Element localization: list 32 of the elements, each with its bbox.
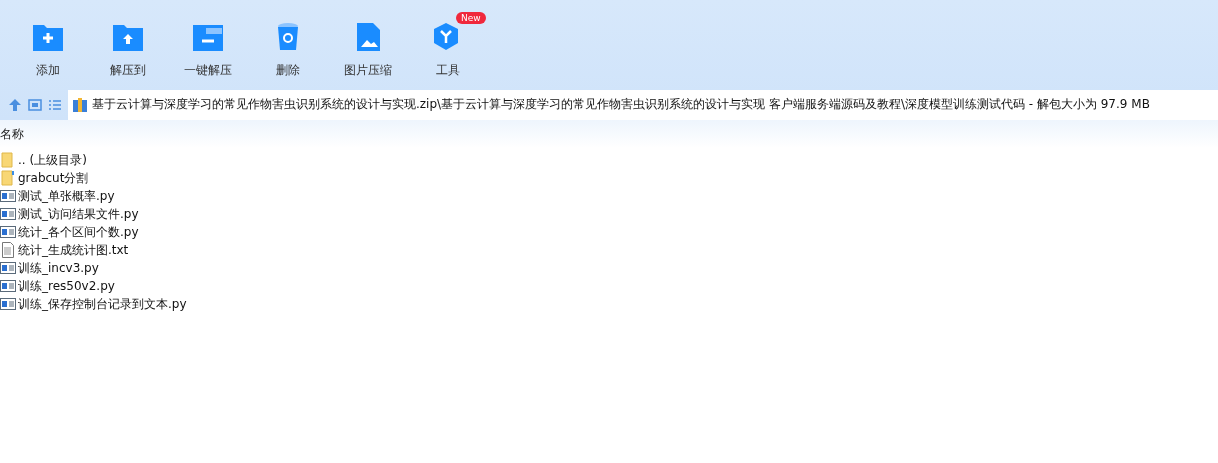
toolbar-button[interactable]: 删除 <box>248 11 328 85</box>
text-file-icon <box>0 242 16 258</box>
column-header[interactable]: 名称 <box>0 125 24 143</box>
file-name[interactable]: 测试_单张概率.py <box>18 187 115 205</box>
list-view-icon[interactable] <box>48 98 62 111</box>
window-view-icon[interactable] <box>28 98 42 111</box>
up-arrow-icon[interactable] <box>8 97 22 112</box>
toolbar-button[interactable]: 一键解压 <box>168 11 248 85</box>
file-name[interactable]: 测试_访问结果文件.py <box>18 205 139 223</box>
toolbar-button[interactable]: 解压到 <box>88 11 168 85</box>
new-badge: New <box>456 11 486 24</box>
script-file-icon <box>0 188 16 204</box>
archive-path: 基于云计算与深度学习的常见作物害虫识别系统的设计与实现.zip\基于云计算与深度学习的常见作物害虫识别系统的设计与实现 客户端服务端源码及教程\深度模型训练测试代码 - 解包大小为 97.9 MB <box>92 96 1150 114</box>
file-name[interactable]: 训练_incv3.py <box>18 259 99 277</box>
script-file-icon <box>0 224 16 240</box>
file-name[interactable]: 训练_保存控制台记录到文本.py <box>18 295 187 313</box>
file-name[interactable]: .. (上级目录) <box>18 151 87 169</box>
file-name[interactable]: 训练_res50v2.py <box>18 277 115 295</box>
address-bar[interactable]: 基于云计算与深度学习的常见作物害虫识别系统的设计与实现.zip\基于云计算与深度学习的常见作物害虫识别系统的设计与实现 客户端服务端源码及教程\深度模型训练测试代码 - 解包大小为 97.9 MB <box>68 89 1218 120</box>
script-file-icon <box>0 260 16 276</box>
file-name[interactable]: grabcut分割 <box>18 169 89 187</box>
toolbar-button[interactable]: 图片压缩 <box>328 11 408 85</box>
folder-icon <box>0 170 16 186</box>
script-file-icon <box>0 278 16 294</box>
script-file-icon <box>0 206 16 222</box>
script-file-icon <box>0 296 16 312</box>
archive-icon <box>72 96 88 113</box>
file-name[interactable]: 统计_各个区间个数.py <box>18 223 139 241</box>
toolbar-button[interactable]: 工具 New <box>408 11 488 85</box>
file-name[interactable]: 统计_生成统计图.txt <box>18 241 129 259</box>
toolbar-button[interactable]: 添加 <box>8 11 88 85</box>
folder-icon <box>0 152 16 168</box>
